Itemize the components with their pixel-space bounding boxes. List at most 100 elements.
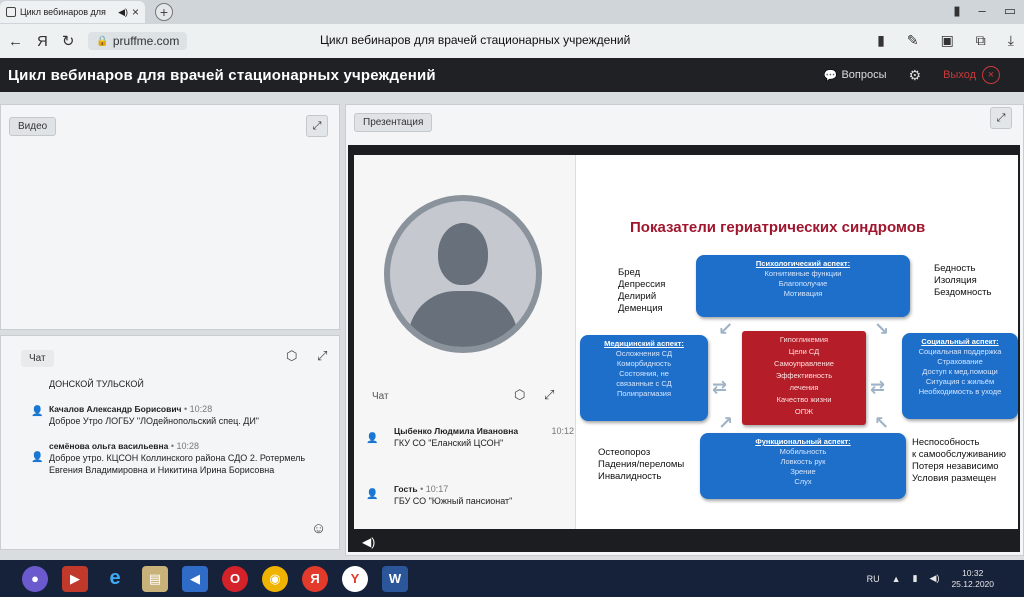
video-panel: Видео ⤢	[0, 104, 340, 330]
minimize-icon[interactable]: –	[978, 3, 985, 19]
message-time: 10:28	[176, 441, 200, 451]
extension-icon[interactable]: ▣	[941, 32, 954, 49]
video-expand-button[interactable]: ⤢	[306, 115, 328, 137]
file-explorer-icon[interactable]: ▤	[142, 565, 168, 592]
chat-message: семёнова ольга васильевна • 10:28 Доброе…	[49, 441, 306, 475]
message-time: 10:17	[425, 484, 449, 494]
presentation-controls: ◀)	[348, 532, 1020, 552]
chat-expand-icon[interactable]: ⤢	[317, 348, 327, 364]
new-tab-button[interactable]: +	[155, 3, 173, 21]
arrow-icon: ⇄	[712, 377, 728, 397]
chat-expand-icon[interactable]: ⤢	[544, 387, 554, 403]
language-indicator[interactable]: RU	[867, 574, 880, 584]
left-top-list: Бред Депрессия Делирий Деменция	[618, 267, 666, 314]
chat-tab[interactable]: Чат	[21, 350, 54, 367]
medical-aspect-box: Медицинский аспект: Осложнения СД Коморби…	[580, 335, 708, 421]
message-text: Доброе Утро ЛОГБУ "ЛОдейнопольский спец.…	[49, 416, 259, 426]
system-tray: RU ▲ ▮ ◀) 10:32 25.12.2020	[867, 560, 994, 597]
message-text: ГКУ СО "Еланский ЦСОН"	[394, 438, 504, 448]
yandex-icon[interactable]: Я	[37, 33, 48, 50]
user-icon: 👤	[366, 433, 379, 444]
presentation-tab[interactable]: Презентация	[354, 113, 433, 132]
slide-title: Показатели гериатрических синдромов	[630, 219, 926, 236]
chat-message: Гость • 10:17 ГБУ СО "Южный пансионат"	[394, 484, 513, 506]
bookmark-icon[interactable]: ▮	[877, 32, 885, 49]
yandex-browser-icon[interactable]: Я	[302, 565, 328, 592]
start-button-icon[interactable]: ●	[22, 565, 48, 592]
sidebar-icon[interactable]: ⧉	[976, 32, 986, 49]
header-actions: 💬 Вопросы ⚙ Выход ×	[824, 58, 1000, 92]
speaker-avatar	[384, 195, 542, 353]
diabetes-center-box: Гипогликемия Цели СД Самоуправление Эффекти…	[742, 331, 866, 425]
chat-message: Цыбенко Людмила Ивановна 10:12 ГКУ СО "Е…	[394, 425, 574, 449]
url-field[interactable]: 🔒 pruffme.com	[88, 32, 188, 50]
download-icon[interactable]: ⤓	[1008, 32, 1014, 49]
tab-title: Цикл вебинаров для	[20, 7, 106, 17]
clock[interactable]: 10:32 25.12.2020	[951, 568, 994, 590]
webinar-header: Цикл вебинаров для врачей стационарных у…	[0, 58, 1024, 92]
arrow-icon: ↖	[874, 413, 890, 433]
message-time: 10:12	[551, 426, 574, 436]
page-title: Цикл вебинаров для врачей стационарных у…	[320, 33, 631, 47]
arrow-icon: ⇄	[870, 377, 886, 397]
volume-icon[interactable]: ◀)	[362, 535, 375, 549]
exit-icon: ×	[982, 66, 1000, 84]
functional-aspect-box: Функциональный аспект: Мобильность Ловкос…	[700, 433, 906, 499]
message-author: семёнова ольга васильевна	[49, 441, 169, 451]
tray-arrow-icon[interactable]: ▲	[892, 574, 901, 584]
cube-icon[interactable]: ⬡	[514, 387, 525, 403]
cube-icon[interactable]: ⬡	[286, 348, 297, 364]
back-icon[interactable]: ←	[8, 33, 23, 50]
message-author: Цыбенко Людмила Ивановна	[394, 426, 519, 436]
audio-icon[interactable]: ◀)	[118, 7, 128, 18]
user-icon: 👤	[31, 406, 44, 417]
exit-button[interactable]: Выход ×	[943, 66, 1000, 84]
speaker-sidebar: Чат ⬡ ⤢ 👤 Цыбенко Людмила Ивановна 10:12…	[354, 155, 576, 529]
user-icon: 👤	[31, 452, 44, 463]
lock-icon: 🔒	[96, 35, 109, 47]
opera-icon[interactable]: O	[222, 565, 248, 592]
tab-favicon-icon	[6, 7, 16, 17]
internet-explorer-icon[interactable]: e	[102, 566, 128, 592]
webinar-title: Цикл вебинаров для врачей стационарных у…	[8, 66, 436, 84]
questions-icon: 💬	[823, 69, 838, 82]
arrow-icon: ↙	[718, 319, 734, 339]
right-top-list: Бедность Изоляция Бездомность	[934, 263, 992, 298]
maximize-icon[interactable]: ▭	[1004, 3, 1016, 19]
word-icon[interactable]: W	[382, 565, 408, 592]
browser-tab[interactable]: Цикл вебинаров для ◀) ×	[0, 1, 145, 23]
media-player-icon[interactable]: ▶	[62, 565, 88, 592]
browser-tab-strip: Цикл вебинаров для ◀) × + ▮ – ▭	[0, 0, 1024, 24]
pen-icon[interactable]: ✎	[907, 32, 919, 49]
questions-button[interactable]: 💬 Вопросы	[824, 69, 887, 82]
chat-panel: Чат ⬡ ⤢ ДОНСКОЙ ТУЛЬСКОЙ 👤 Качалов Алекс…	[0, 335, 340, 550]
arrow-icon: ↘	[874, 319, 890, 339]
message-author: Качалов Александр Борисович	[49, 404, 182, 414]
chrome-icon[interactable]: ◉	[262, 565, 288, 592]
network-icon[interactable]: ▮	[913, 573, 918, 584]
yandex-icon[interactable]: Y	[342, 565, 368, 592]
app-icon[interactable]: ◀	[182, 565, 208, 592]
user-icon: 👤	[366, 489, 379, 500]
settings-icon[interactable]: ⚙	[909, 67, 922, 84]
presentation-expand-button[interactable]: ⤢	[990, 107, 1012, 129]
browser-toolbar-icons: ▮ ✎ ▣ ⧉ ⤓	[877, 32, 1014, 49]
message-author: Гость	[394, 484, 418, 494]
bookmarks-icon[interactable]: ▮	[953, 3, 960, 19]
right-bottom-list: Неспособность к самообслуживанию Потеря не…	[912, 437, 1006, 484]
reload-icon[interactable]: ↻	[62, 32, 75, 50]
speaker-icon[interactable]: ◀)	[930, 573, 940, 584]
questions-label: Вопросы	[841, 69, 887, 81]
message-time: 10:28	[189, 404, 213, 414]
slide: Чат ⬡ ⤢ 👤 Цыбенко Людмила Ивановна 10:12…	[354, 155, 1018, 529]
message-text: ГБУ СО "Южный пансионат"	[394, 496, 513, 506]
left-bottom-list: Остеопороз Падения/переломы Инвалидность	[598, 447, 685, 482]
emoji-icon[interactable]: ☺	[311, 520, 326, 537]
message-text: Доброе утро. КЦСОН Коллинского района СД…	[49, 453, 306, 475]
expand-icon: ⤢	[312, 119, 322, 132]
chat-message: Качалов Александр Борисович • 10:28 Добр…	[49, 404, 259, 426]
address-bar: ← Я ↻ 🔒 pruffme.com Цикл вебинаров для в…	[0, 24, 1024, 58]
presentation-chat-label: Чат	[372, 391, 389, 402]
tab-close-button[interactable]: ×	[132, 5, 139, 19]
video-tab[interactable]: Видео	[9, 117, 57, 136]
